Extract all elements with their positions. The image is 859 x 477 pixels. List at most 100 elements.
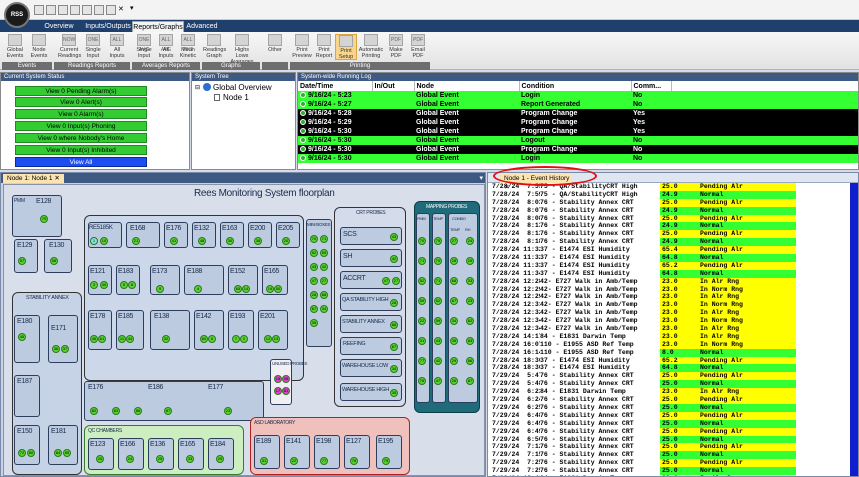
probe-point[interactable]: 75 [382,457,390,465]
probe-point[interactable]: 17 [274,387,282,395]
probe-point[interactable]: 33 [466,277,474,285]
probe-point[interactable]: 10 [100,237,108,245]
probe-point[interactable]: 71 [434,277,442,285]
event-row[interactable]: 7/29/24 6:24 76 - Stability Annex CRT 25.0… [492,396,848,404]
probe-point[interactable]: 70 [418,237,426,245]
probe-point[interactable]: 76 [350,457,358,465]
probe-point[interactable]: 28 [390,299,398,307]
probe-point[interactable]: 32 [162,335,170,343]
probe-point[interactable]: 82 [90,407,98,415]
probe-point[interactable]: 25 [466,257,474,265]
probe-point[interactable]: 24 [466,237,474,245]
probe-point[interactable]: 23 [224,407,232,415]
current-readings-button[interactable]: NOW Current Readings [58,34,81,60]
probe-point[interactable]: 33 [186,455,194,463]
help-icon[interactable] [106,5,116,15]
print-preview-button[interactable]: Print Preview [291,34,313,60]
global-events-button[interactable]: Global Events [4,34,26,60]
probe-point[interactable]: 35 [450,337,458,345]
probe-point[interactable]: 35 [390,389,398,397]
probe-point[interactable]: 11 [118,335,126,343]
quick-access-dropdown-icon[interactable]: ▾ [130,4,134,12]
view-pending-alarms-button[interactable]: View 0 Pending Alarm(s) [15,86,147,96]
dropdown-arrow-icon[interactable]: ▾ [479,174,483,182]
log-row[interactable]: 9/16/24 - 5:23 Global Event Login No [298,91,858,100]
room-lower-corridor[interactable] [84,381,264,421]
probe-point[interactable]: 35 [310,319,318,327]
probe-point[interactable]: 27 [392,277,400,285]
probe-point[interactable]: 59 [418,297,426,305]
probe-point[interactable]: 59 [434,317,442,325]
acknowledge-icon[interactable] [82,5,92,15]
event-row[interactable]: 7/29/24 5:48 76 - Stability Annex CRT 25.0… [492,380,848,389]
mean-kinetic-button[interactable]: ALL MKT Mean Kinetic [177,34,199,60]
close-icon[interactable]: ✕ [118,5,128,15]
event-row[interactable]: 7/28/24 8:03 76 - Stability Annex CRT 25.0… [492,198,848,207]
probe-point[interactable]: 82 [466,317,474,325]
probe-point[interactable]: 5 [120,281,128,289]
event-row[interactable]: 7/28/24 18:36 37 - E1474 ESI Humidity 65.2… [492,356,848,365]
log-row[interactable]: 9/16/24 - 5:27 Global Event Report Generat… [298,100,858,109]
event-row[interactable]: 7/28/24 12:29 42- E727 Walk in Amb/Temp 23… [492,293,848,302]
print-icon[interactable] [58,5,68,15]
event-row[interactable]: 7/29/24 7:25 76 - Stability Annex CRT 25.0… [492,467,848,475]
other-button[interactable]: Other [264,34,286,60]
probe-point[interactable]: 31 [418,337,426,345]
probe-point[interactable]: 34 [390,365,398,373]
tab-reports-graphs[interactable]: Reports/Graphs [132,21,184,32]
event-row[interactable]: 7/28/24 16:14 110 - E1955 ASD Ref Temp 8.0… [492,348,848,357]
probe-point[interactable]: 27 [320,277,328,285]
probe-point[interactable]: 70 [434,257,442,265]
probe-point[interactable]: 42 [320,263,328,271]
probe-point[interactable]: 75 [434,237,442,245]
probe-point[interactable]: 37 [61,345,69,353]
app-logo-icon[interactable]: RSS [4,2,30,28]
event-row[interactable]: 7/28/24 14:17 84 - E1831 Darwin Temp 23.0 I… [492,332,848,341]
event-row[interactable]: 7/28/24 8:13 76 - Stability Annex CRT 25.0… [492,230,848,239]
probe-point[interactable]: 47 [434,377,442,385]
print-report-button[interactable]: Print Report [313,34,335,60]
event-row[interactable]: 7/29/24 5:47 76 - Stability Annex CRT 25.0… [492,372,848,381]
probe-point[interactable]: 34 [320,305,328,313]
single-input-averages-button[interactable]: ONE AVG Single Input [133,34,155,60]
probe-point[interactable]: 85 [63,449,71,457]
probe-point[interactable]: 47 [310,277,318,285]
probe-point[interactable]: 77 [320,457,328,465]
probe-point[interactable]: 13 [272,335,280,343]
probe-point[interactable]: 87 [164,407,172,415]
view-nobody-home-button[interactable]: View 0 where Nobody's Home [15,133,147,143]
probe-point[interactable]: 25 [156,455,164,463]
log-row[interactable]: 9/16/24 - 5:29 Global Event Program Change… [298,118,858,127]
probe-point[interactable]: 22 [290,457,298,465]
probe-point[interactable]: 23 [466,297,474,305]
probe-point[interactable]: 22 [418,317,426,325]
event-row[interactable]: 7/28/24 8:13 76 - Stability Annex CRT 24.9… [492,222,848,231]
event-row[interactable]: 7/29/24 7:12 76 - Stability Annex CRT 25.0… [492,443,848,452]
probe-point[interactable]: 41 [170,237,178,245]
probe-point[interactable]: 81 [282,387,290,395]
all-inputs-averages-button[interactable]: ALL AVG All Inputs [155,34,177,60]
probe-point[interactable]: 46 [90,335,98,343]
highs-lows-averages-button[interactable]: Highs Lows Averages [228,34,256,65]
event-row[interactable]: 7/29/24 6:49 76 - Stability Annex CRT 25.0… [492,419,848,428]
probe-point[interactable]: 84 [54,449,62,457]
email-pdf-button[interactable]: PDF Email PDF [407,34,429,60]
probe-point[interactable]: 34 [450,317,458,325]
probe-point[interactable]: 1 [90,237,98,245]
event-row[interactable]: 7/28/24 11:32 37 - E1474 ESI Humidity 65.4… [492,246,848,255]
probe-point[interactable]: 3 [90,281,98,289]
view-inputs-inhibited-button[interactable]: View 0 Input(s) Inhibited [15,145,147,155]
probe-point[interactable]: 30 [226,237,234,245]
probe-point[interactable]: 4 [194,285,202,293]
event-row[interactable]: 7/28/24 8:18 76 - Stability Annex CRT 24.9… [492,238,848,247]
event-row[interactable]: 7/29/24 6:49 76 - Stability Annex CRT 25.0… [492,427,848,436]
probe-point[interactable]: 29 [216,455,224,463]
probe-point[interactable]: 58 [50,257,58,265]
event-row[interactable]: 7/29/24 6:50 76 - Stability Annex CRT 25.0… [492,435,848,444]
probe-point[interactable]: 65 [234,285,242,293]
event-row[interactable]: 7/28/24 12:29 42- E727 Walk in Amb/Temp 23… [492,285,848,294]
tab-node-1[interactable]: Node 1: Node 1 ✕ [3,174,64,183]
column-comm[interactable]: Comm... [631,81,672,91]
alarm-icon[interactable] [70,5,80,15]
probe-point[interactable]: 79 [40,215,48,223]
